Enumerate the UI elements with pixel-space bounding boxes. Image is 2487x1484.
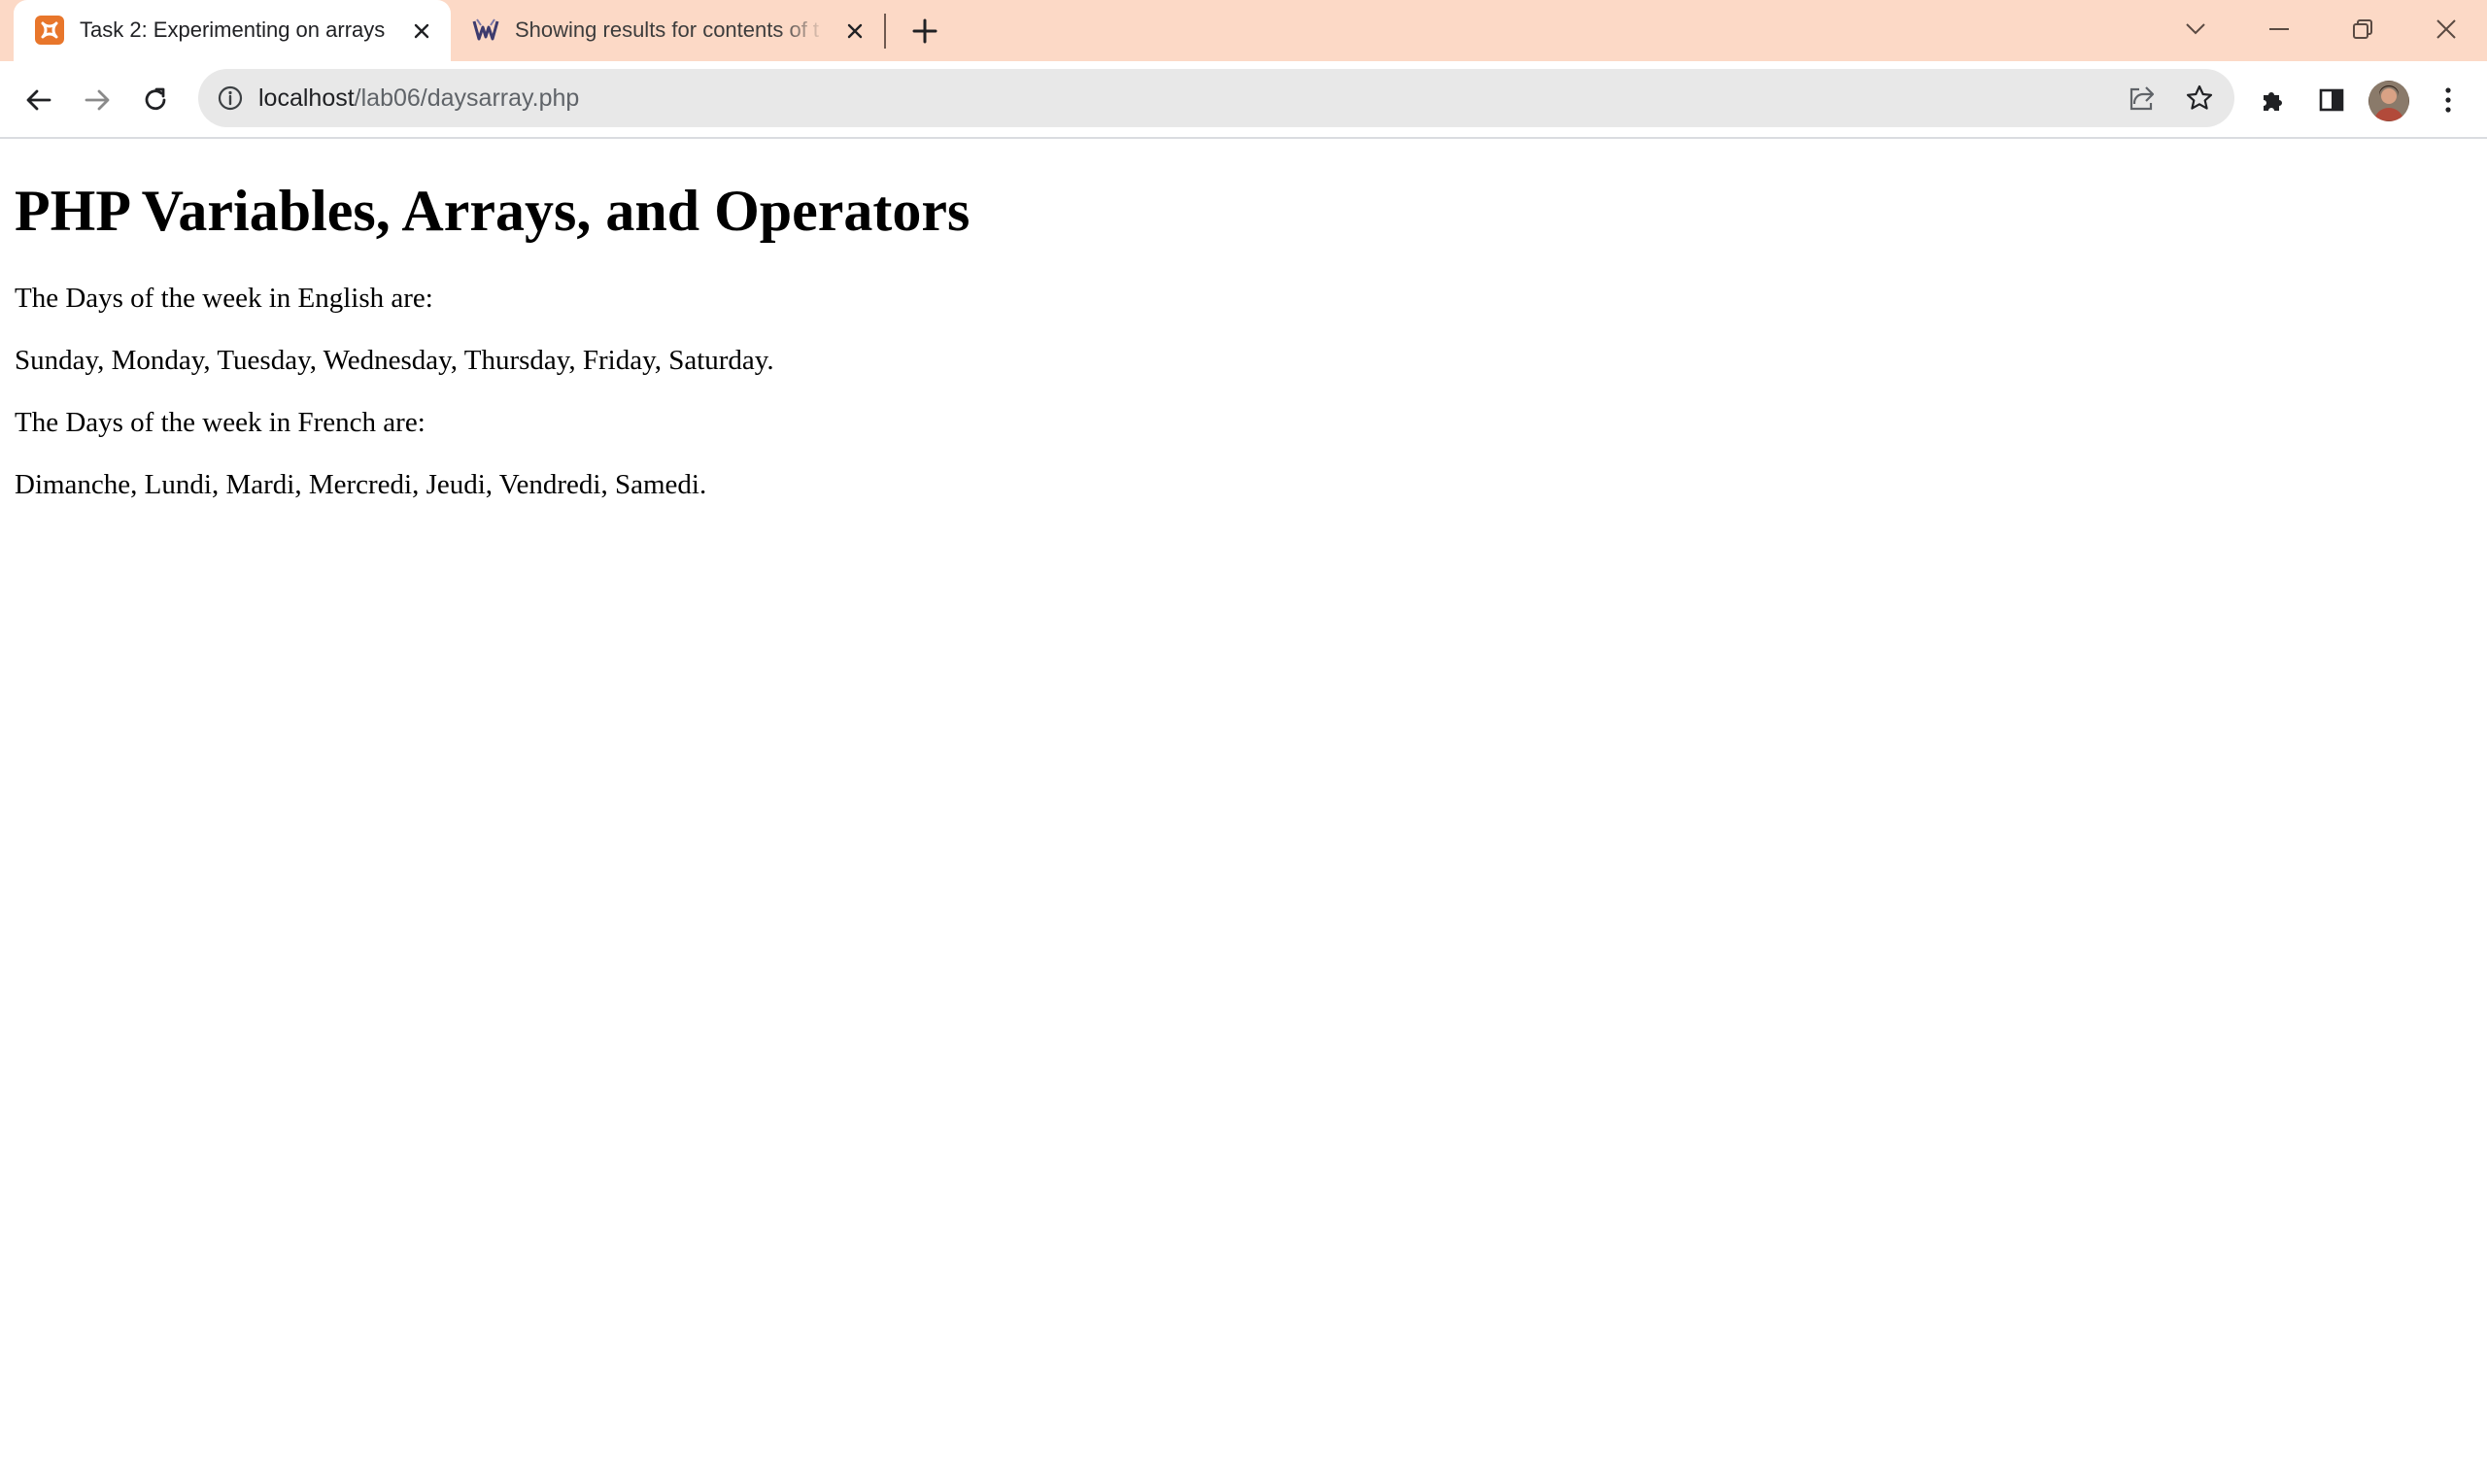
page-heading: PHP Variables, Arrays, and Operators bbox=[15, 179, 971, 243]
reload-icon[interactable] bbox=[136, 81, 175, 119]
forward-arrow-icon[interactable] bbox=[78, 81, 117, 119]
wolfram-icon bbox=[471, 16, 500, 45]
share-icon[interactable] bbox=[2124, 81, 2159, 116]
back-arrow-icon[interactable] bbox=[19, 81, 58, 119]
url-host: localhost bbox=[258, 84, 355, 112]
close-window-icon[interactable] bbox=[2427, 10, 2466, 49]
tab-search-chevron-down-icon[interactable] bbox=[2176, 10, 2215, 49]
restore-icon[interactable] bbox=[2343, 10, 2382, 49]
xampp-icon bbox=[35, 16, 64, 45]
minimize-icon[interactable] bbox=[2260, 10, 2299, 49]
close-tab-icon[interactable] bbox=[408, 17, 435, 45]
url-text[interactable]: localhost/lab06/daysarray.php bbox=[258, 84, 579, 113]
new-tab-icon[interactable] bbox=[907, 14, 942, 49]
french-days-list: Dimanche, Lundi, Mardi, Mercredi, Jeudi,… bbox=[15, 469, 707, 500]
tab-title: Showing results for contents of t bbox=[515, 17, 820, 42]
extensions-puzzle-icon[interactable] bbox=[2254, 81, 2293, 119]
address-bar[interactable]: localhost/lab06/daysarray.php bbox=[198, 69, 2234, 127]
french-intro: The Days of the week in French are: bbox=[15, 407, 426, 438]
page-content: PHP Variables, Arrays, and Operators The… bbox=[0, 139, 2487, 1484]
bookmark-star-icon[interactable] bbox=[2182, 81, 2217, 116]
english-days-list: Sunday, Monday, Tuesday, Wednesday, Thur… bbox=[15, 345, 774, 376]
site-info-icon[interactable] bbox=[214, 82, 247, 115]
url-path: /lab06/daysarray.php bbox=[354, 84, 580, 112]
tab-task2[interactable]: Task 2: Experimenting on arrays bbox=[14, 0, 451, 61]
tab-strip: Task 2: Experimenting on arrays Showing … bbox=[0, 0, 2487, 61]
close-tab-icon[interactable] bbox=[841, 17, 869, 45]
browser-toolbar: localhost/lab06/daysarray.php bbox=[0, 61, 2487, 139]
side-panel-icon[interactable] bbox=[2312, 81, 2351, 119]
tab-title: Task 2: Experimenting on arrays bbox=[80, 17, 386, 42]
profile-avatar[interactable] bbox=[2368, 81, 2409, 121]
tab-separator bbox=[884, 14, 886, 49]
browser-menu-icon[interactable] bbox=[2429, 81, 2468, 119]
tab-wolfram-results[interactable]: Showing results for contents of t bbox=[457, 0, 884, 61]
english-intro: The Days of the week in English are: bbox=[15, 283, 433, 314]
